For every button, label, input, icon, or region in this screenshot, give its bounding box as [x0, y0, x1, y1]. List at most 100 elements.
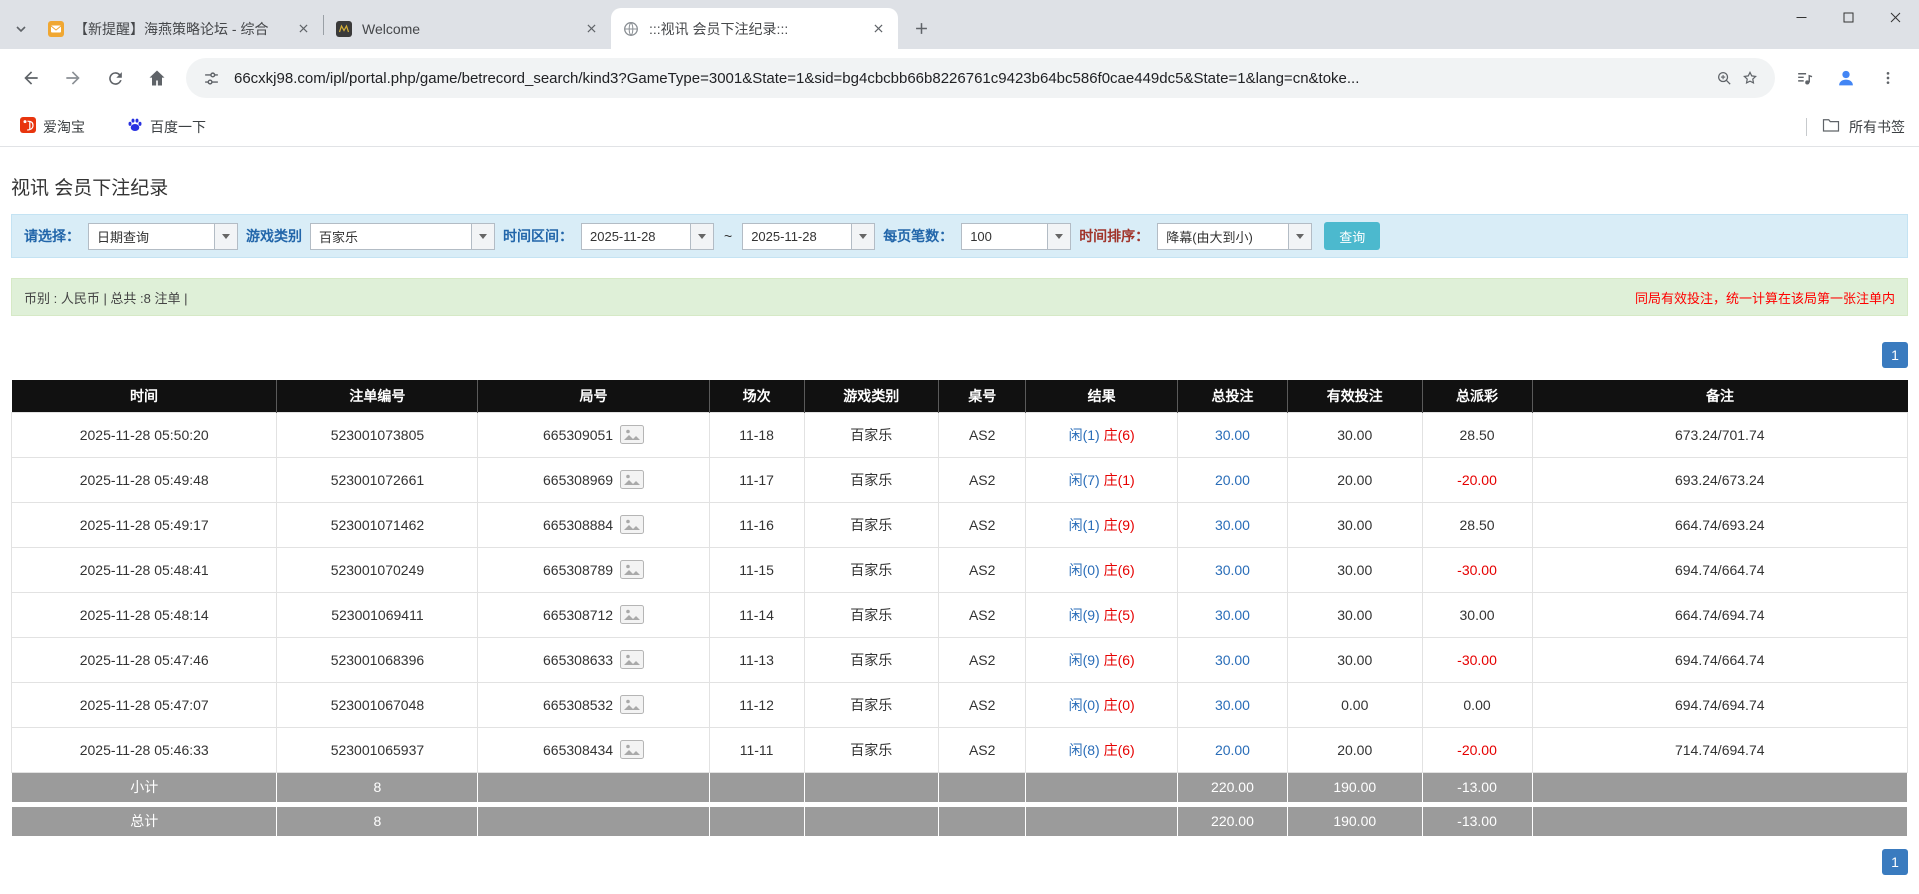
profile-avatar-icon[interactable]: [1827, 59, 1865, 97]
game-type-dropdown[interactable]: 百家乐: [310, 222, 495, 250]
bookmarks-divider: [1806, 117, 1807, 136]
chevron-down-icon[interactable]: [851, 223, 875, 249]
all-bookmarks-label[interactable]: 所有书签: [1849, 117, 1905, 137]
round-number: 665309051: [543, 426, 614, 443]
search-button[interactable]: 查询: [1324, 222, 1381, 250]
total-payout: -13.00: [1421, 805, 1533, 837]
window-minimize-icon[interactable]: [1778, 0, 1825, 34]
round-thumbnail-icon[interactable]: [620, 470, 645, 489]
bookmark-label: 爱淘宝: [43, 118, 85, 135]
cell-session: 11-17: [708, 456, 805, 503]
cell-round: 665308633: [477, 636, 710, 683]
url-text[interactable]: 66cxkj98.com/ipl/portal.php/game/betreco…: [234, 70, 1701, 87]
forward-arrow-icon[interactable]: [54, 59, 92, 97]
bookmark-star-icon[interactable]: [1737, 65, 1763, 91]
cell-note: 694.74/664.74: [1531, 546, 1908, 593]
refresh-icon[interactable]: [96, 59, 134, 97]
cell-table: AS2: [938, 546, 1027, 593]
cell-valid-bet: 30.00: [1286, 411, 1423, 458]
round-thumbnail-icon[interactable]: [620, 650, 645, 669]
sort-dropdown[interactable]: 降幕(由大到小): [1157, 222, 1313, 250]
close-tab-icon[interactable]: [869, 19, 888, 38]
window-maximize-icon[interactable]: [1825, 0, 1872, 34]
cell-round: 665308884: [477, 501, 710, 548]
page-size-dropdown[interactable]: 100: [961, 222, 1072, 250]
window-close-icon[interactable]: [1872, 0, 1919, 34]
chevron-down-icon[interactable]: [471, 223, 494, 249]
pagination-page-1[interactable]: 1: [1882, 848, 1908, 875]
cell-bet-id: 523001065937: [276, 726, 479, 773]
date-to-dropdown[interactable]: 2025-11-28: [742, 222, 876, 250]
taobao-favicon-icon: [20, 117, 36, 136]
cell-payout: 28.50: [1421, 501, 1533, 548]
cell-game: 百家乐: [803, 681, 940, 728]
tab-search-chevron-icon[interactable]: [6, 9, 36, 49]
cell-time: 2025-11-28 05:49:48: [10, 456, 278, 503]
sort-value: 降幕(由大到小): [1166, 229, 1253, 245]
bookmark-taobao[interactable]: 爱淘宝: [14, 113, 91, 141]
site-info-icon[interactable]: [198, 65, 224, 91]
round-thumbnail-icon[interactable]: [620, 515, 645, 534]
query-type-dropdown[interactable]: 日期查询: [88, 222, 238, 250]
cell-total-bet[interactable]: 30.00: [1176, 591, 1288, 638]
bookmark-baidu[interactable]: 百度一下: [121, 113, 212, 141]
address-bar[interactable]: 66cxkj98.com/ipl/portal.php/game/betreco…: [186, 58, 1775, 98]
date-from-dropdown[interactable]: 2025-11-28: [581, 222, 714, 250]
cell-table: AS2: [938, 681, 1027, 728]
chevron-down-icon[interactable]: [1047, 223, 1071, 249]
cell-game: 百家乐: [803, 636, 940, 683]
tab-bet-records-active[interactable]: :::视讯 会员下注纪录:::: [611, 8, 898, 49]
cell-table: AS2: [938, 501, 1027, 548]
round-thumbnail-icon[interactable]: [620, 740, 645, 759]
new-tab-button[interactable]: [904, 11, 938, 45]
subtotal-valid-bet: 190.00: [1286, 771, 1423, 803]
cell-total-bet[interactable]: 30.00: [1176, 546, 1288, 593]
pagination-page-1[interactable]: 1: [1882, 342, 1908, 368]
pagination-bottom: 1: [11, 848, 1908, 875]
media-controls-icon[interactable]: [1785, 59, 1823, 97]
window-controls: [1778, 0, 1919, 34]
round-thumbnail-icon[interactable]: [620, 695, 645, 714]
subtotal-total-bet: 220.00: [1176, 771, 1288, 803]
chevron-down-icon[interactable]: [214, 223, 237, 249]
sort-label: 时间排序：: [1079, 228, 1150, 244]
tab-forum[interactable]: 【新提醒】海燕策略论坛 - 综合: [36, 8, 323, 49]
result-player: 闲(0): [1068, 561, 1100, 578]
cell-note: 694.74/694.74: [1531, 681, 1908, 728]
subtotal-payout: -13.00: [1421, 771, 1533, 803]
tab-title: :::视讯 会员下注纪录:::: [649, 20, 789, 37]
close-tab-icon[interactable]: [294, 19, 313, 38]
header-table: 桌号: [938, 380, 1027, 412]
close-tab-icon[interactable]: [582, 19, 601, 38]
cell-total-bet[interactable]: 20.00: [1176, 726, 1288, 773]
cell-total-bet[interactable]: 30.00: [1176, 681, 1288, 728]
chevron-down-icon[interactable]: [1288, 223, 1312, 249]
cell-session: 11-16: [708, 501, 805, 548]
round-thumbnail-icon[interactable]: [620, 605, 645, 624]
menu-dots-icon[interactable]: [1869, 59, 1907, 97]
cell-total-bet[interactable]: 30.00: [1176, 636, 1288, 683]
cell-total-bet[interactable]: 30.00: [1176, 501, 1288, 548]
cell-result: 闲(9) 庄(6): [1025, 636, 1178, 683]
tab-welcome[interactable]: Welcome: [324, 8, 611, 49]
round-thumbnail-icon[interactable]: [620, 425, 645, 444]
result-player: 闲(7): [1068, 471, 1100, 488]
game-type-value: 百家乐: [319, 229, 359, 245]
tab-title: 【新提醒】海燕策略论坛 - 综合: [74, 20, 269, 37]
round-number: 665308884: [543, 516, 614, 533]
subtotal-label: 小计: [10, 771, 278, 803]
round-thumbnail-icon[interactable]: [620, 560, 645, 579]
table-row-highlighted: 2025-11-28 05:49:48 523001072661 6653089…: [10, 456, 1908, 503]
home-icon[interactable]: [138, 59, 176, 97]
cell-total-bet[interactable]: 30.00: [1176, 411, 1288, 458]
cell-payout: -30.00: [1421, 636, 1533, 683]
cell-valid-bet: 20.00: [1286, 456, 1423, 503]
back-arrow-icon[interactable]: [12, 59, 50, 97]
cell-round: 665308969: [477, 456, 710, 503]
zoom-magnifier-icon[interactable]: [1711, 65, 1737, 91]
cell-note: 694.74/664.74: [1531, 636, 1908, 683]
result-banker: 庄(1): [1103, 471, 1135, 488]
chevron-down-icon[interactable]: [690, 223, 713, 249]
cell-total-bet[interactable]: 20.00: [1176, 456, 1288, 503]
summary-bar: 币别 : 人民币 | 总共 :8 注单 | 同局有效投注，统一计算在该局第一张注…: [11, 278, 1908, 316]
